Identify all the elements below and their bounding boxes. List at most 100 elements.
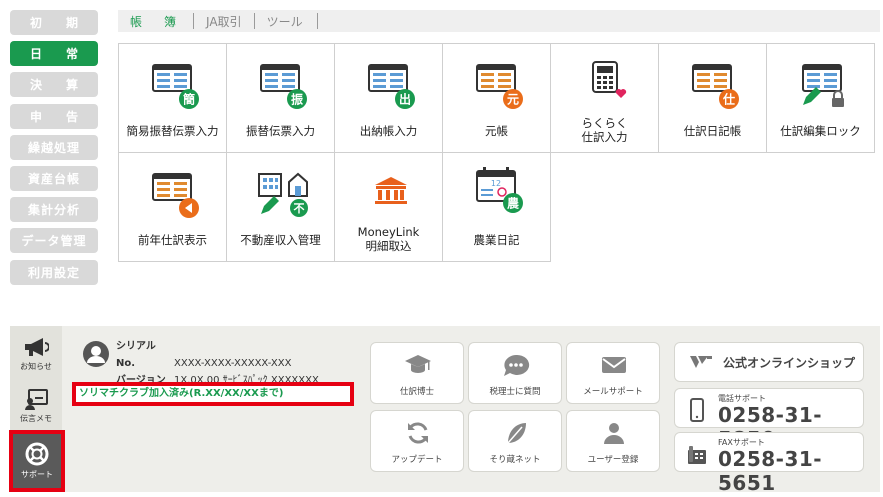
tile-ask-accountant[interactable]: 税理士に質問	[468, 342, 562, 404]
menu-label-line2: 仕訳入力	[581, 130, 628, 144]
ledger-book-icon: 出	[368, 64, 415, 109]
menu-previous-year-journal[interactable]: 前年仕訳表示	[118, 152, 227, 262]
menu-simple-transfer-slip[interactable]: 簡 簡易振替伝票入力	[118, 43, 227, 153]
tile-label: メールサポート	[583, 387, 643, 397]
sidebar-item-closing[interactable]: 決 算	[10, 72, 98, 98]
ledger-book-icon	[152, 173, 199, 218]
menu-label: 農業日記	[473, 233, 520, 247]
menu-label: 振替伝票入力	[246, 124, 315, 138]
menu-easy-journal-entry[interactable]: らくらく 仕訳入力	[550, 43, 659, 153]
menu-transfer-slip[interactable]: 振 振替伝票入力	[226, 43, 335, 153]
menu-label: らくらく 仕訳入力	[551, 116, 658, 144]
tile-label: 仕訳博士	[399, 387, 434, 397]
calendar-icon: 12 農	[476, 167, 523, 213]
badge-text: 振	[291, 92, 303, 107]
tile-user-registration[interactable]: ユーザー登録	[566, 410, 660, 472]
badge-text: 簡	[183, 92, 195, 107]
menu-general-ledger[interactable]: 元 元帳	[442, 43, 551, 153]
sidebar-item-analysis[interactable]: 集計分析	[10, 197, 98, 223]
calendar-day: 12	[491, 179, 501, 188]
menu-label-line2: 明細取込	[365, 239, 412, 253]
nav-memo[interactable]: 伝言メモ	[10, 380, 62, 432]
megaphone-icon	[25, 338, 49, 356]
ledger-book-icon: 元	[476, 64, 523, 109]
mobile-phone-icon	[690, 398, 704, 422]
badge-text: 仕	[722, 92, 735, 107]
menu-farming-diary[interactable]: 12 農 農業日記	[442, 152, 551, 262]
menu-moneylink-import[interactable]: MoneyLink 明細取込	[334, 152, 443, 262]
calculator-icon	[592, 61, 627, 98]
menu-label-line1: MoneyLink	[357, 225, 420, 239]
sidebar-item-carryover[interactable]: 繰越処理	[10, 134, 98, 160]
menu-label: 元帳	[485, 124, 508, 138]
menu-label: 簡易振替伝票入力	[126, 124, 219, 138]
nav-notices[interactable]: お知らせ	[10, 328, 62, 380]
serial-key: シリアルNo.	[116, 341, 156, 369]
sidebar-item-daily[interactable]: 日 常	[10, 41, 98, 67]
tile-label: アップデート	[391, 455, 443, 465]
support-panel: お知らせ 伝言メモ サポート シリアルNo. XXXX-XXXX-XXXXX-X…	[9, 326, 880, 495]
leaf-icon	[507, 423, 526, 444]
main-sidebar: 初 期 日 常 決 算 申 告 繰越処理 資産台帳 集計分析 データ管理 利用設…	[10, 10, 98, 291]
badge-text: 不	[294, 202, 305, 215]
fax-support[interactable]: FAXサポート 0258-31-5651	[674, 432, 864, 495]
menu-label: 仕訳編集ロック	[780, 124, 861, 138]
graduation-cap-icon	[405, 355, 431, 373]
tab-books[interactable]: 帳 簿	[128, 13, 195, 29]
shop-label: 公式オンラインショップ	[723, 355, 856, 370]
phone-support[interactable]: 電話サポート 0258-31-5850	[674, 388, 864, 451]
club-membership-status: ソリマチクラブ加入済み(R.XX/XX/XXまで)	[72, 382, 354, 406]
sidebar-item-filing[interactable]: 申 告	[10, 103, 98, 129]
person-icon	[604, 423, 624, 444]
tab-bar: 帳 簿 JA取引 ツール	[118, 10, 880, 32]
badge-text: 元	[507, 93, 519, 107]
tile-mail-support[interactable]: メールサポート	[566, 342, 660, 404]
nav-label: サポート	[21, 470, 53, 479]
tile-label: ユーザー登録	[587, 455, 639, 465]
ledger-book-icon: 簡	[152, 64, 199, 109]
menu-label: 不動産収入管理	[240, 233, 321, 247]
fax-number: 0258-31-5651	[718, 447, 823, 495]
tile-sorizo-net[interactable]: そり蔵ネット	[468, 410, 562, 472]
sorimachi-logo-icon	[690, 356, 712, 368]
tile-update[interactable]: アップデート	[370, 410, 464, 472]
menu-label: 出納帳入力	[359, 124, 418, 138]
nav-label: 伝言メモ	[20, 414, 52, 423]
online-shop-button[interactable]: 公式オンラインショップ	[674, 342, 864, 382]
menu-journal-edit-lock[interactable]: 仕訳編集ロック	[766, 43, 875, 153]
refresh-icon	[408, 422, 428, 444]
message-board-icon	[25, 389, 48, 410]
tab-ja-transactions[interactable]: JA取引	[194, 13, 255, 29]
ledger-book-icon: 仕	[692, 64, 739, 109]
nav-label: お知らせ	[20, 362, 52, 371]
serial-value: XXXX-XXXX-XXXXX-XXX	[174, 358, 292, 369]
menu-cashbook-entry[interactable]: 出 出納帳入力	[334, 43, 443, 153]
sidebar-item-settings[interactable]: 利用設定	[10, 259, 98, 285]
menu-journal-book[interactable]: 仕 仕訳日記帳	[658, 43, 767, 153]
building-icon: 不	[258, 172, 308, 217]
sidebar-item-asset-ledger[interactable]: 資産台帳	[10, 165, 98, 191]
menu-label: MoneyLink 明細取込	[335, 225, 442, 253]
menu-label: 前年仕訳表示	[138, 233, 207, 247]
envelope-icon	[602, 357, 626, 373]
menu-label-line1: らくらく	[581, 116, 628, 130]
lifebuoy-icon	[25, 442, 49, 466]
menu-label: 仕訳日記帳	[683, 124, 742, 138]
tab-tools[interactable]: ツール	[255, 13, 318, 29]
bank-icon	[375, 177, 407, 204]
chat-bubble-icon	[504, 354, 530, 376]
bottom-nav: お知らせ 伝言メモ サポート	[9, 326, 65, 492]
menu-real-estate-income[interactable]: 不 不動産収入管理	[226, 152, 335, 262]
sidebar-item-initial[interactable]: 初 期	[10, 10, 98, 35]
fax-machine-icon	[688, 446, 706, 464]
ledger-lock-icon	[802, 64, 844, 107]
tile-journal-expert[interactable]: 仕訳博士	[370, 342, 464, 404]
sidebar-item-data-management[interactable]: データ管理	[10, 228, 98, 254]
ledger-book-icon: 振	[260, 64, 307, 109]
badge-text: 出	[399, 92, 411, 107]
tile-label: そり蔵ネット	[489, 455, 541, 465]
nav-support[interactable]: サポート	[9, 430, 65, 492]
badge-text: 農	[507, 196, 520, 211]
tile-label: 税理士に質問	[489, 387, 541, 397]
user-avatar-icon	[83, 341, 109, 367]
